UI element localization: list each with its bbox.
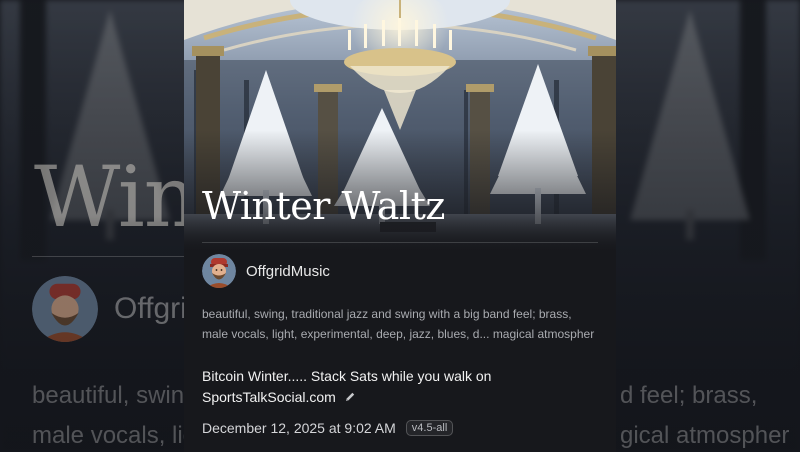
style-description: beautiful, swing, traditional jazz and s… <box>202 304 600 346</box>
caption-line1: Bitcoin Winter..... Stack Sats while you… <box>202 368 492 384</box>
background-description-right: d feel; brass, gical atmospher <box>620 376 789 452</box>
background-divider <box>32 256 192 257</box>
background-desc-right-line2: gical atmospher <box>620 422 790 449</box>
author-avatar[interactable] <box>202 254 236 288</box>
style-description-line2: male vocals, light, experimental, deep, … <box>202 327 595 341</box>
song-caption: Bitcoin Winter..... Stack Sats while you… <box>202 366 600 408</box>
pencil-icon[interactable] <box>344 391 356 403</box>
background-description-left: beautiful, swing male vocals, ligh <box>32 376 209 452</box>
background-desc-left-line1: beautiful, swing <box>32 382 198 409</box>
created-date: December 12, 2025 at 9:02 AM <box>202 420 396 436</box>
title-divider <box>202 242 598 243</box>
song-card: Winter Waltz OffgridMusic beautiful, swi… <box>184 0 616 452</box>
background-desc-left-line2: male vocals, ligh <box>32 422 210 449</box>
author-name[interactable]: OffgridMusic <box>246 263 330 280</box>
bearded-man-avatar-icon <box>202 254 236 288</box>
background-avatar <box>32 276 98 342</box>
model-version-badge: v4.5-all <box>405 420 454 436</box>
song-title: Winter Waltz <box>202 184 445 228</box>
author-row[interactable]: OffgridMusic <box>202 254 330 288</box>
song-detail-view: Wint Offgrid beautiful, swing male vocal… <box>0 0 800 452</box>
caption-line2: SportsTalkSocial.com <box>202 389 336 405</box>
caption-line2-row: SportsTalkSocial.com <box>202 387 600 408</box>
meta-row: December 12, 2025 at 9:02 AM v4.5-all <box>202 418 454 438</box>
style-description-line1: beautiful, swing, traditional jazz and s… <box>202 307 572 321</box>
card-body: Winter Waltz OffgridMusic beautiful, swi… <box>184 0 616 452</box>
background-desc-right-line1: d feel; brass, <box>620 382 758 409</box>
